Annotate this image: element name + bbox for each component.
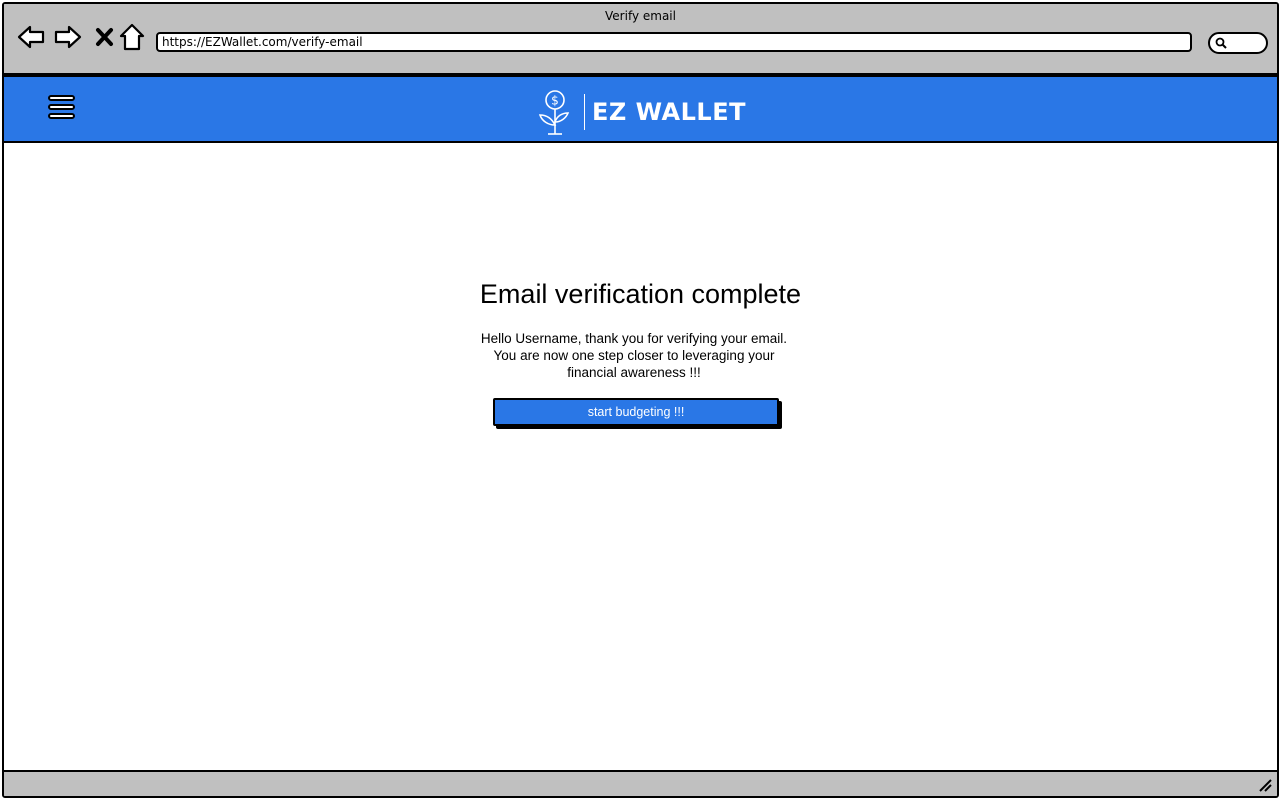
browser-window: Verify email https://EZWallet.com/verify… — [2, 2, 1279, 798]
close-icon[interactable] — [90, 22, 120, 52]
url-bar[interactable]: https://EZWallet.com/verify-email — [156, 32, 1192, 52]
message-line: financial awareness !!! — [567, 365, 701, 380]
app-header: $ EZ WALLET — [4, 75, 1277, 143]
browser-toolbar: Verify email https://EZWallet.com/verify… — [4, 4, 1277, 75]
svg-text:$: $ — [551, 94, 559, 108]
verification-message: Hello Username, thank you for verifying … — [434, 330, 834, 381]
back-arrow-icon[interactable] — [16, 22, 46, 52]
resize-grip-icon[interactable] — [1257, 777, 1273, 793]
brand-logo[interactable]: $ EZ WALLET — [534, 89, 746, 135]
window-title: Verify email — [605, 9, 676, 23]
brand-name: EZ WALLET — [592, 98, 746, 126]
home-icon[interactable] — [117, 22, 147, 52]
search-icon — [1215, 37, 1227, 49]
hamburger-menu-icon[interactable] — [48, 95, 78, 125]
message-line: You are now one step closer to leveragin… — [493, 348, 775, 363]
main-content: Email verification complete Hello Userna… — [4, 145, 1277, 774]
logo-divider — [584, 94, 585, 130]
start-budgeting-button[interactable]: start budgeting !!! — [493, 398, 779, 426]
search-box[interactable] — [1208, 32, 1268, 54]
status-bar — [4, 770, 1277, 796]
dollar-plant-icon: $ — [538, 90, 570, 135]
page-title: Email verification complete — [479, 279, 802, 309]
forward-arrow-icon[interactable] — [53, 22, 83, 52]
message-line: Hello Username, thank you for verifying … — [480, 331, 788, 346]
